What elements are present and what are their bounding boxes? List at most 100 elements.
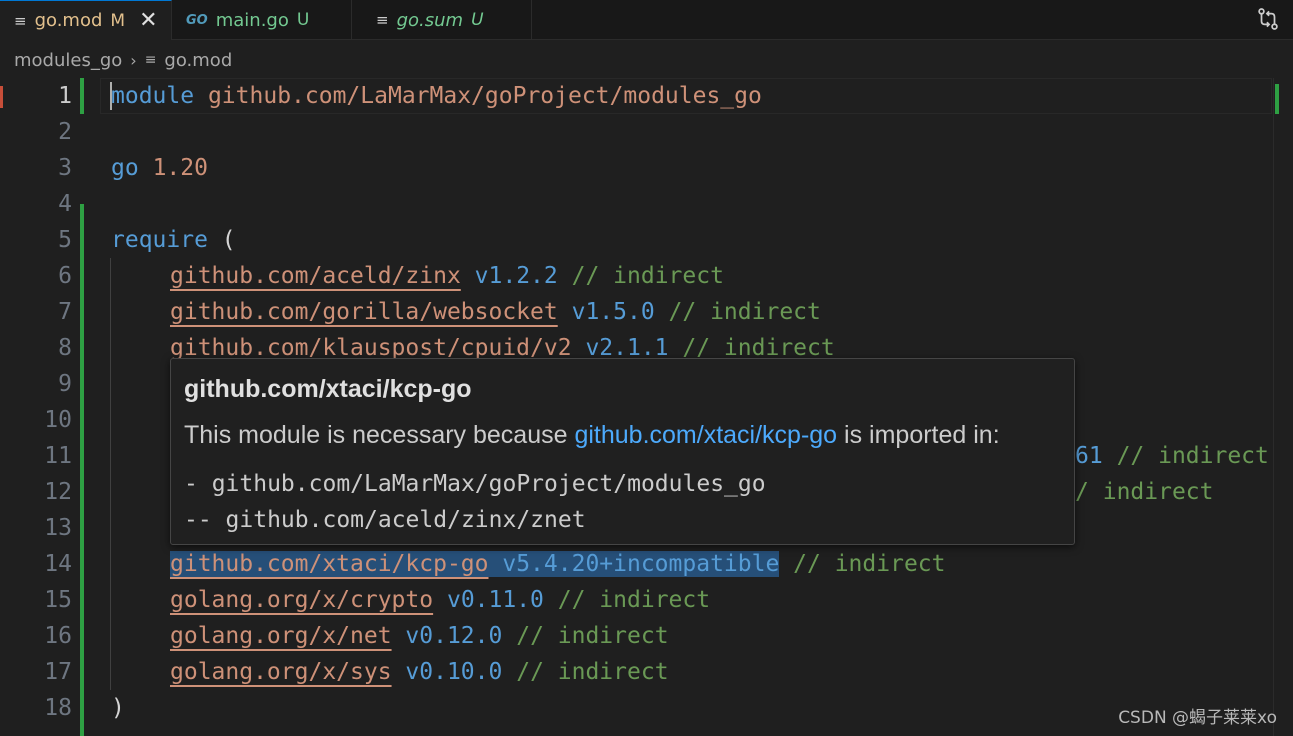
file-lines-icon: ≡	[376, 11, 389, 29]
code-line-1[interactable]: 1 module github.com/LaMarMax/goProject/m…	[0, 78, 1293, 114]
dependency-path[interactable]: golang.org/x/net	[170, 623, 392, 649]
comment: // indirect	[571, 263, 724, 289]
line-number: 7	[58, 299, 72, 325]
tab-main-go[interactable]: GO main.go U	[172, 0, 352, 40]
code-text: )	[111, 690, 125, 726]
code-line-7[interactable]: 7 github.com/gorilla/websocket v1.5.0 //…	[0, 294, 1293, 330]
dependency-path[interactable]: golang.org/x/sys	[170, 659, 392, 685]
code-line-15[interactable]: 15 golang.org/x/crypto v0.11.0 // indire…	[0, 582, 1293, 618]
breadcrumb: modules_go › ≡ go.mod	[0, 40, 1293, 80]
hover-title: github.com/xtaci/kcp-go	[184, 375, 472, 403]
comment: indirect	[1102, 479, 1214, 505]
code-line-2[interactable]: 2	[0, 114, 1293, 150]
go-version: 1.20	[152, 155, 208, 181]
untracked-badge: U	[471, 10, 484, 30]
line-number: 2	[58, 119, 72, 145]
modified-badge: M	[110, 10, 126, 31]
code-line-18[interactable]: 18 )	[0, 690, 1293, 726]
breadcrumb-file[interactable]: go.mod	[164, 50, 232, 71]
module-path: github.com/LaMarMax/goProject/modules_go	[207, 83, 762, 109]
dependency-path[interactable]: github.com/gorilla/websocket	[170, 299, 558, 325]
line-number: 1	[58, 83, 72, 109]
code-text: require (	[111, 222, 236, 258]
hover-import-line-1: - github.com/LaMarMax/goProject/modules_…	[184, 471, 766, 497]
paren: )	[111, 695, 125, 721]
code-text: github.com/aceld/zinx v1.2.2 // indirect	[170, 258, 724, 294]
line-number: 12	[44, 479, 72, 505]
line-number: 10	[44, 407, 72, 433]
watermark: CSDN @蝎子莱莱xo	[1118, 708, 1277, 728]
dependency-version: v1.2.2	[474, 263, 558, 289]
code-text: golang.org/x/net v0.12.0 // indirect	[170, 618, 669, 654]
code-line-17[interactable]: 17 golang.org/x/sys v0.10.0 // indirect	[0, 654, 1293, 690]
code-line-6[interactable]: 6 github.com/aceld/zinx v1.2.2 // indire…	[0, 258, 1293, 294]
code-text: github.com/gorilla/websocket v1.5.0 // i…	[170, 294, 821, 330]
file-lines-icon: ≡	[144, 52, 157, 68]
comment: // indirect	[516, 659, 669, 685]
line-number: 4	[58, 191, 72, 217]
untracked-badge: U	[296, 10, 310, 30]
code-text: golang.org/x/sys v0.10.0 // indirect	[170, 654, 669, 690]
code-line-14[interactable]: 14 github.com/xtaci/kcp-go v5.4.20+incom…	[0, 546, 1293, 582]
paren: (	[221, 227, 236, 253]
line-number: 16	[44, 623, 72, 649]
tab-label: main.go	[215, 9, 289, 31]
tab-label: go.mod	[34, 10, 103, 31]
hover-tooltip: github.com/xtaci/kcp-go This module is n…	[170, 358, 1075, 545]
hover-module-link[interactable]: github.com/xtaci/kcp-go	[574, 421, 837, 449]
text-cursor	[110, 82, 112, 110]
keyword: require	[111, 227, 208, 253]
comment-slash: /	[1075, 479, 1089, 505]
code-text: golang.org/x/crypto v0.11.0 // indirect	[170, 582, 710, 618]
open-changes-icon[interactable]	[1255, 6, 1281, 32]
tab-bar: ≡ go.mod M ✕ GO main.go U ≡ go.sum U	[0, 0, 1293, 40]
code-text: github.com/xtaci/kcp-go v5.4.20+incompat…	[170, 546, 946, 582]
tab-go-sum[interactable]: ≡ go.sum U	[352, 0, 532, 40]
line-number: 8	[58, 335, 72, 361]
comment: // indirect	[516, 623, 669, 649]
comment: // indirect	[1116, 443, 1269, 469]
code-text: go 1.20	[111, 150, 208, 186]
dependency-path[interactable]: github.com/aceld/zinx	[170, 263, 461, 289]
overview-ruler[interactable]	[1273, 78, 1293, 736]
chevron-right-icon: ›	[130, 50, 137, 70]
code-line-4[interactable]: 4	[0, 186, 1293, 222]
code-line-3[interactable]: 3 go 1.20	[0, 150, 1293, 186]
close-icon[interactable]: ✕	[139, 9, 157, 32]
hover-text-before: This module is necessary because	[184, 421, 575, 449]
dependency-version: v0.11.0	[446, 587, 544, 613]
file-lines-icon: ≡	[14, 11, 27, 30]
code-text: module github.com/LaMarMax/goProject/mod…	[111, 78, 762, 114]
code-line-5[interactable]: 5 require (	[0, 222, 1293, 258]
keyword: go	[111, 155, 139, 181]
comment: // indirect	[668, 299, 821, 325]
dependency-version: v1.5.0	[571, 299, 655, 325]
code-text: 61 // indirect	[1075, 438, 1269, 474]
dependency-version: v5.4.20+incompatible	[502, 551, 780, 577]
dependency-version: v0.12.0	[405, 623, 503, 649]
line-number: 5	[58, 227, 72, 253]
dependency-path[interactable]: golang.org/x/crypto	[170, 587, 433, 613]
hover-description: This module is necessary because github.…	[184, 421, 1000, 450]
hover-text-after: is imported in:	[837, 421, 1000, 449]
line-number: 17	[44, 659, 72, 685]
hover-import-line-2: -- github.com/aceld/zinx/znet	[184, 507, 586, 533]
tab-label: go.sum	[396, 9, 464, 31]
breadcrumb-folder[interactable]: modules_go	[14, 50, 122, 71]
comment: // indirect	[793, 551, 946, 577]
line-number: 13	[44, 515, 72, 541]
go-file-icon: GO	[186, 12, 208, 28]
line-number: 14	[44, 551, 72, 577]
code-text: / indirect	[1075, 474, 1214, 510]
keyword: module	[111, 83, 195, 109]
dependency-path[interactable]: github.com/xtaci/kcp-go	[170, 551, 489, 577]
line-number: 18	[44, 695, 72, 721]
line-number: 6	[58, 263, 72, 289]
tab-go-mod[interactable]: ≡ go.mod M ✕	[0, 0, 172, 40]
line-number: 15	[44, 587, 72, 613]
ruler-change-marker	[1275, 84, 1279, 114]
line-number: 9	[58, 371, 72, 397]
line-number: 11	[44, 443, 72, 469]
code-line-16[interactable]: 16 golang.org/x/net v0.12.0 // indirect	[0, 618, 1293, 654]
comment: // indirect	[557, 587, 711, 613]
